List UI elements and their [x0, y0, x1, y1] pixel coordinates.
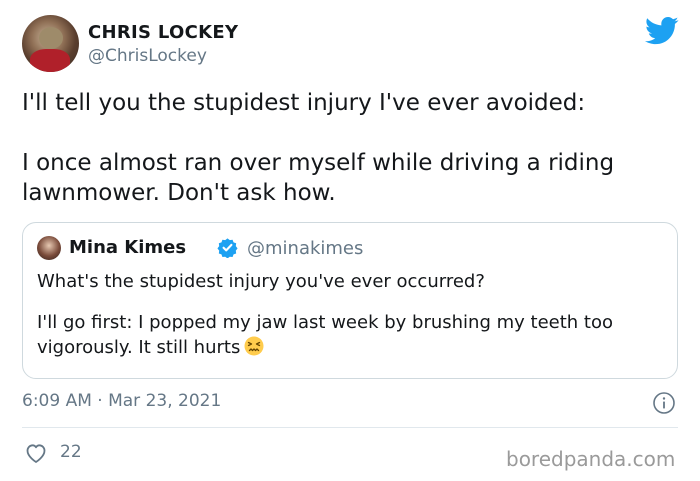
author-handle[interactable]: @ChrisLockey	[88, 46, 207, 66]
quoted-tweet-text: What's the stupidest injury you've ever …	[37, 269, 667, 360]
confounded-face-emoji	[244, 336, 264, 356]
tweet-card: CHRIS LOCKEY @ChrisLockey I'll tell you …	[0, 0, 700, 481]
quoted-text-line-2: I'll go first: I popped my jaw last week…	[37, 312, 613, 358]
quoted-tweet[interactable]: Mina Kimes @minakimes What's the stupide…	[22, 222, 678, 379]
twitter-bird-icon[interactable]	[645, 16, 679, 46]
avatar-face	[39, 27, 63, 49]
tweet-text: I'll tell you the stupidest injury I've …	[22, 88, 672, 208]
quoted-author-handle[interactable]: @minakimes	[247, 238, 363, 259]
heart-icon[interactable]	[24, 442, 48, 464]
author-display-name[interactable]: CHRIS LOCKEY	[88, 22, 238, 43]
like-count: 22	[60, 442, 82, 462]
tweet-text-line-2: I once almost ran over myself while driv…	[22, 150, 615, 206]
quoted-text-line-1: What's the stupidest injury you've ever …	[37, 271, 485, 292]
tweet-timestamp[interactable]: 6:09 AM · Mar 23, 2021	[22, 391, 221, 411]
tweet-text-line-1: I'll tell you the stupidest injury I've …	[22, 90, 586, 116]
avatar-coat	[30, 49, 70, 72]
verified-badge-icon	[217, 238, 238, 258]
watermark: boredpanda.com	[506, 447, 676, 471]
quoted-author-name[interactable]: Mina Kimes	[69, 237, 186, 258]
divider	[22, 427, 678, 428]
quoted-author-avatar[interactable]	[37, 236, 61, 260]
author-avatar[interactable]	[22, 15, 79, 72]
info-icon[interactable]	[652, 391, 676, 415]
